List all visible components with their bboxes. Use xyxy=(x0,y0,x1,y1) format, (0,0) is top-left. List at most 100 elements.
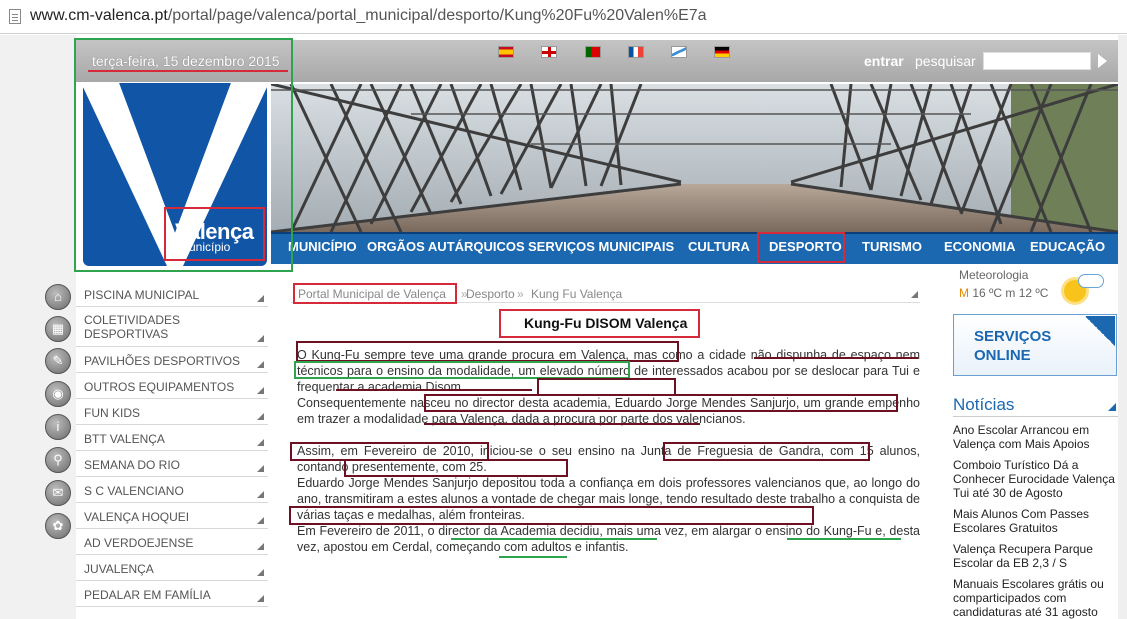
nav-municipio[interactable]: MUNICÍPIO xyxy=(288,239,357,254)
nav-economia[interactable]: ECONOMIA xyxy=(944,239,1016,254)
spanish-flag-icon[interactable] xyxy=(498,46,514,58)
envelope-icon[interactable]: ✉ xyxy=(45,480,71,506)
weather-label: Meteorologia xyxy=(959,268,1029,282)
annotation-dark-underline xyxy=(424,423,700,425)
sidebar-item-label: VALENÇA HOQUEI xyxy=(84,510,190,524)
weather-temperatures: M 16 ºC m 12 ºC xyxy=(959,286,1049,300)
sidebar-item-ad-verdoejense[interactable]: AD VERDOEJENSE xyxy=(76,529,268,555)
nav-orgaos-autarquicos[interactable]: ORGÃOS AUTÁRQUICOS xyxy=(367,239,525,254)
chevron-icon xyxy=(257,595,264,602)
right-gutter xyxy=(1118,35,1127,619)
sidebar-item-pedalar-em-familia[interactable]: PEDALAR EM FAMÍLIA xyxy=(76,581,268,607)
sidebar-item-piscina-municipal[interactable]: PISCINA MUNICIPAL xyxy=(76,283,268,307)
news-divider xyxy=(953,416,1118,417)
sidebar-item-coletividades-desportivas[interactable]: COLETIVIDADES DESPORTIVAS xyxy=(76,307,268,347)
pencil-icon[interactable]: ✎ xyxy=(45,348,71,374)
login-link[interactable]: entrar xyxy=(864,53,904,69)
sidebar-item-label: PAVILHÕES DESPORTIVOS xyxy=(84,354,241,368)
sidebar-item-label: BTT VALENÇA xyxy=(84,432,165,446)
sidebar-item-label: PISCINA MUNICIPAL xyxy=(84,288,200,302)
bridge-banner-image xyxy=(271,84,1118,232)
sidebar-item-outros-equipamentos[interactable]: OUTROS EQUIPAMENTOS xyxy=(76,373,268,399)
breadcrumb-current: Kung Fu Valença xyxy=(531,287,623,301)
sidebar-item-label: S C VALENCIANO xyxy=(84,484,184,498)
chevron-icon xyxy=(257,569,264,576)
sidebar-item-fun-kids[interactable]: FUN KIDS xyxy=(76,399,268,425)
annotation-red-box xyxy=(293,283,457,304)
sidebar-item-s-c-valenciano[interactable]: S C VALENCIANO xyxy=(76,477,268,503)
sidebar-item-btt-valenca[interactable]: BTT VALENÇA xyxy=(76,425,268,451)
news-item[interactable]: Comboio Turístico Dá a Conhecer Eurocida… xyxy=(953,458,1118,500)
sidebar-item-label: OUTROS EQUIPAMENTOS xyxy=(84,380,235,394)
search-label: pesquisar xyxy=(915,53,976,69)
french-flag-icon[interactable] xyxy=(628,46,644,58)
nav-educacao[interactable]: EDUCAÇÃO xyxy=(1030,239,1105,254)
map-pin-icon[interactable]: ⚲ xyxy=(45,447,71,473)
annotation-red-underline xyxy=(88,70,288,72)
breadcrumb-corner-icon xyxy=(911,291,918,298)
annotation-green-underline xyxy=(499,556,567,558)
sidebar-item-label: COLETIVIDADES DESPORTIVAS xyxy=(84,313,181,341)
chevron-icon xyxy=(257,517,264,524)
chevron-icon xyxy=(257,465,264,472)
galician-flag-icon[interactable] xyxy=(671,46,687,58)
address-bar[interactable]: www.cm-valenca.pt/portal/page/valenca/po… xyxy=(0,0,1127,34)
services-line-2: ONLINE xyxy=(974,347,1031,364)
breadcrumb-desporto-link[interactable]: Desporto xyxy=(466,287,515,301)
chevron-icon xyxy=(257,439,264,446)
page-icon xyxy=(9,9,21,24)
annotation-dark-box xyxy=(289,506,814,525)
sidebar-item-label: AD VERDOEJENSE xyxy=(84,536,194,550)
house-icon[interactable]: ⌂ xyxy=(45,284,71,310)
camera-icon[interactable]: ◉ xyxy=(45,381,71,407)
annotation-dark-box xyxy=(663,442,870,461)
services-corner-icon xyxy=(1085,316,1115,346)
chevron-icon xyxy=(257,295,264,302)
chevron-icon xyxy=(257,543,264,550)
annotation-red-box xyxy=(757,232,845,263)
chevron-icon xyxy=(257,387,264,394)
search-input[interactable] xyxy=(983,52,1091,70)
annotation-green-underline xyxy=(787,538,901,540)
news-corner-icon xyxy=(1108,403,1116,411)
annotation-red-box xyxy=(164,207,265,261)
sidebar-item-label: JUVALENÇA xyxy=(84,562,154,576)
chevron-icon xyxy=(257,361,264,368)
chevron-icon xyxy=(257,335,264,342)
chevron-icon xyxy=(257,491,264,498)
news-item[interactable]: Mais Alunos Com Passes Escolares Gratuit… xyxy=(953,507,1118,535)
news-title: Notícias xyxy=(953,395,1015,414)
annotation-dark-box xyxy=(424,394,898,412)
portuguese-flag-icon[interactable] xyxy=(585,46,601,58)
sidebar-item-juvalenca[interactable]: JUVALENÇA xyxy=(76,555,268,581)
news-item[interactable]: Ano Escolar Arrancou em Valença com Mais… xyxy=(953,423,1118,451)
nav-servicos-municipais[interactable]: SERVIÇOS MUNICIPAIS xyxy=(528,239,674,254)
sidebar-item-label: PEDALAR EM FAMÍLIA xyxy=(84,588,211,602)
breadcrumb-separator: » xyxy=(517,287,524,301)
english-flag-icon[interactable] xyxy=(541,46,557,58)
search-arrow-icon[interactable] xyxy=(1094,52,1110,70)
annotation-dark-box xyxy=(296,341,679,362)
cloud-icon xyxy=(1078,274,1104,288)
sidebar-item-valenca-hoquei[interactable]: VALENÇA HOQUEI xyxy=(76,503,268,529)
annotation-green-underline xyxy=(451,538,657,540)
grid-icon[interactable]: ▦ xyxy=(45,316,71,342)
annotation-red-box xyxy=(499,309,700,338)
flower-icon[interactable]: ✿ xyxy=(45,513,71,539)
annotation-dark-underline xyxy=(336,389,532,391)
sidebar-item-pavilhoes-desportivos[interactable]: PAVILHÕES DESPORTIVOS xyxy=(76,347,268,373)
annotation-dark-underline xyxy=(754,357,918,359)
url-text[interactable]: www.cm-valenca.pt/portal/page/valenca/po… xyxy=(30,7,707,25)
news-item[interactable]: Valença Recupera Parque Escolar da EB 2,… xyxy=(953,542,1118,570)
sidebar-item-label: FUN KIDS xyxy=(84,406,141,420)
news-item[interactable]: Manuais Escolares grátis ou comparticipa… xyxy=(953,577,1118,619)
sidebar-item-label: SEMANA DO RIO xyxy=(84,458,181,472)
nav-turismo[interactable]: TURISMO xyxy=(862,239,922,254)
nav-cultura[interactable]: CULTURA xyxy=(688,239,750,254)
services-line-1: SERVIÇOS xyxy=(974,328,1052,345)
sidebar-item-semana-do-rio[interactable]: SEMANA DO RIO xyxy=(76,451,268,477)
annotation-green-box xyxy=(294,361,630,379)
info-icon[interactable]: i xyxy=(45,414,71,440)
german-flag-icon[interactable] xyxy=(714,46,730,58)
chevron-icon xyxy=(257,413,264,420)
